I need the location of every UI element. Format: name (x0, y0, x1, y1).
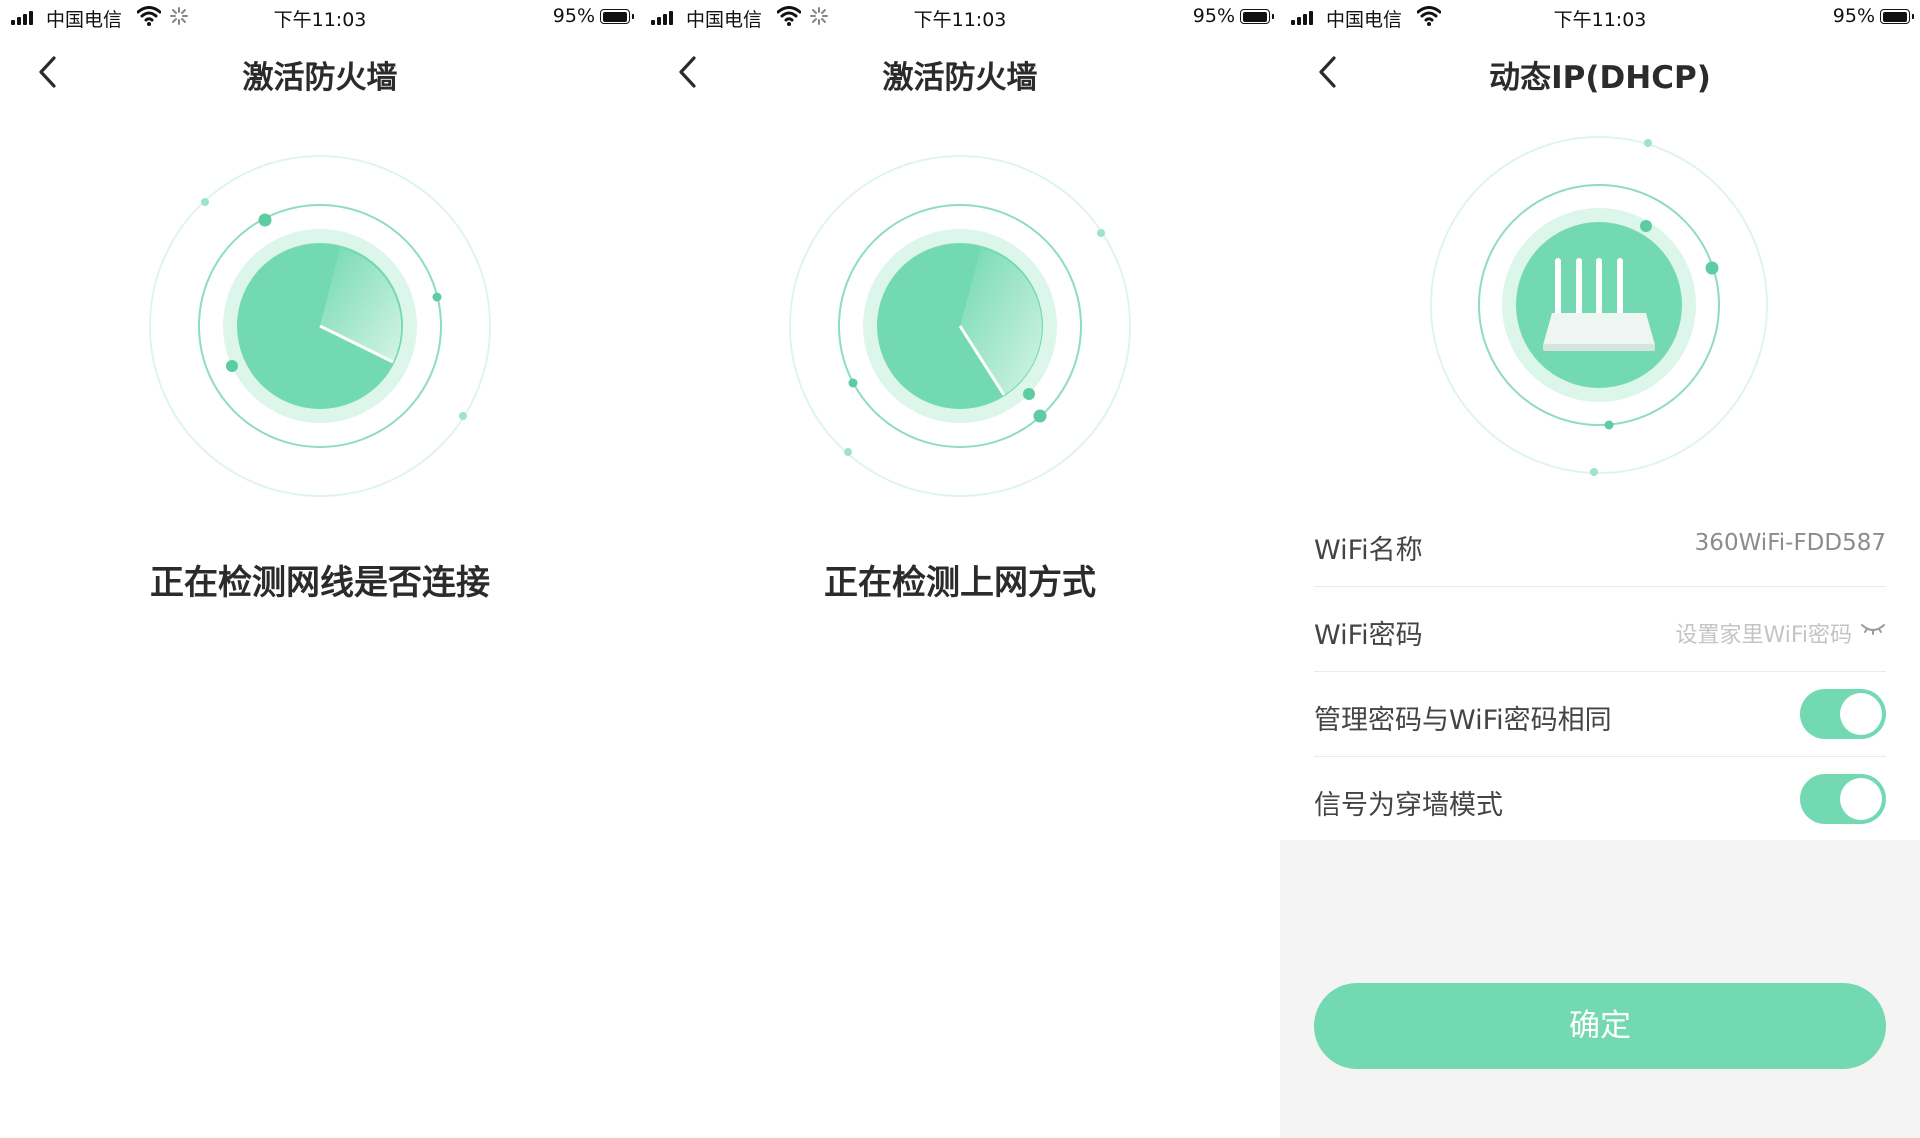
wifi-password-label: WiFi密码 (1314, 620, 1423, 651)
screen-detect-method: 中国电信 下午11:03 95% 激活防火墙 正在检测上网方式 (640, 0, 1280, 1138)
orbit-dot (432, 292, 442, 302)
wall-mode-toggle[interactable] (1800, 774, 1886, 824)
orbit-dot (201, 198, 209, 206)
orbit-dot (1604, 420, 1614, 430)
orbit-dot (1640, 220, 1652, 232)
wifi-password-field[interactable]: 设置家里WiFi密码 (1675, 617, 1852, 649)
orbit-dot (226, 360, 238, 372)
toggle-knob (1840, 778, 1882, 820)
same-password-toggle[interactable] (1800, 689, 1886, 739)
detection-radar (789, 155, 1131, 497)
orbit-dot (1644, 139, 1652, 147)
orbit-dot (848, 378, 858, 388)
confirm-button[interactable]: 确定 (1314, 983, 1886, 1069)
wall-mode-label: 信号为穿墙模式 (1314, 790, 1503, 821)
orbit-dot (1590, 468, 1598, 476)
wifi-name-row[interactable]: WiFi名称 360WiFi-FDD587 (1314, 502, 1886, 587)
same-password-row: 管理密码与WiFi密码相同 (1314, 672, 1886, 757)
orbit-dot (1705, 261, 1719, 275)
detection-status-text: 正在检测上网方式 (824, 563, 1096, 603)
same-password-label: 管理密码与WiFi密码相同 (1314, 705, 1612, 736)
orbit-dot (1023, 388, 1035, 400)
detection-radar (149, 155, 491, 497)
wifi-password-row[interactable]: WiFi密码 设置家里WiFi密码 (1314, 587, 1886, 672)
wifi-name-label: WiFi名称 (1314, 535, 1423, 566)
orbit-dot (258, 213, 272, 227)
detection-status-text: 正在检测网线是否连接 (150, 563, 490, 603)
footer-area: 确定 (1280, 840, 1920, 1138)
router-illustration (1430, 136, 1768, 476)
orbit-dot (1097, 229, 1105, 237)
orbit-dot (1033, 409, 1047, 423)
screen-dhcp-setup: 中国电信 下午11:03 95% 动态IP(DHCP) WiFi名称 360Wi… (1280, 0, 1920, 1138)
orbit-dot (844, 448, 852, 456)
orbit-dot (459, 412, 467, 420)
eye-closed-icon[interactable] (1860, 621, 1886, 637)
screen-detect-cable: 中国电信 下午11:03 95% 激活防火墙 正在检测网线是否连接 (0, 0, 640, 1138)
wifi-name-value[interactable]: 360WiFi-FDD587 (1695, 530, 1886, 556)
toggle-knob (1840, 693, 1882, 735)
wall-mode-row: 信号为穿墙模式 (1314, 757, 1886, 842)
